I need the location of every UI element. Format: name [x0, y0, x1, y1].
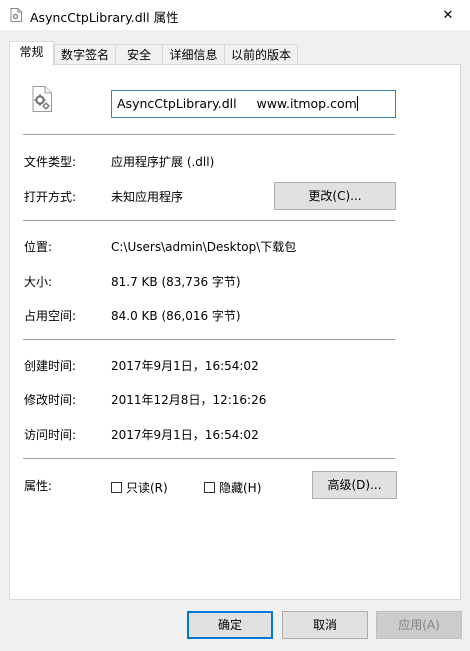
- dll-file-gear-icon: [31, 86, 53, 112]
- hidden-checkbox-box[interactable]: [204, 482, 215, 493]
- ok-button[interactable]: 确定: [187, 611, 273, 639]
- location-value: C:\Users\admin\Desktop\下载包: [111, 240, 297, 254]
- general-panel: AsyncCtpLibrary.dll www.itmop.com 文件类型: …: [9, 64, 461, 600]
- open-with-label: 打开方式:: [24, 190, 77, 204]
- window-title: AsyncCtpLibrary.dll 属性: [30, 10, 179, 25]
- hidden-checkbox[interactable]: 隐藏(H): [204, 479, 261, 496]
- tab-previous-versions[interactable]: 以前的版本: [224, 44, 298, 64]
- text-caret: [356, 96, 358, 111]
- created-value: 2017年9月1日，16:54:02: [111, 359, 259, 373]
- tab-general[interactable]: 常规: [9, 41, 54, 66]
- file-name-text: AsyncCtpLibrary.dll www.itmop.com: [117, 96, 357, 111]
- file-name-input[interactable]: AsyncCtpLibrary.dll www.itmop.com: [111, 90, 396, 118]
- dll-file-icon: [9, 8, 23, 22]
- tab-details[interactable]: 详细信息: [162, 44, 225, 64]
- divider: [23, 458, 395, 459]
- size-value: 81.7 KB (83,736 字节): [111, 275, 241, 289]
- divider: [23, 220, 395, 221]
- created-label: 创建时间:: [24, 359, 77, 373]
- accessed-value: 2017年9月1日，16:54:02: [111, 428, 259, 442]
- accessed-label: 访问时间:: [24, 428, 77, 442]
- size-label: 大小:: [24, 275, 53, 289]
- file-type-value: 应用程序扩展 (.dll): [111, 155, 215, 169]
- divider: [23, 134, 395, 135]
- size-on-disk-label: 占用空间:: [24, 309, 77, 323]
- cancel-button[interactable]: 取消: [282, 611, 368, 639]
- close-icon: ✕: [442, 7, 454, 23]
- readonly-checkbox-box[interactable]: [111, 482, 122, 493]
- file-type-label: 文件类型:: [24, 155, 77, 169]
- modified-label: 修改时间:: [24, 393, 77, 407]
- change-button[interactable]: 更改(C)...: [274, 182, 396, 210]
- modified-value: 2011年12月8日，12:16:26: [111, 393, 267, 407]
- close-button[interactable]: ✕: [426, 0, 470, 30]
- location-label: 位置:: [24, 240, 53, 254]
- readonly-checkbox[interactable]: 只读(R): [111, 479, 168, 496]
- divider: [23, 339, 395, 340]
- hidden-label: 隐藏(H): [219, 481, 262, 495]
- readonly-label: 只读(R): [126, 481, 168, 495]
- apply-button[interactable]: 应用(A): [376, 611, 462, 639]
- title-bar: AsyncCtpLibrary.dll 属性 ✕: [0, 0, 470, 30]
- open-with-value: 未知应用程序: [111, 190, 184, 204]
- tab-digital-signatures[interactable]: 数字签名: [54, 44, 116, 64]
- advanced-button[interactable]: 高级(D)...: [312, 471, 397, 499]
- tab-security[interactable]: 安全: [115, 44, 163, 64]
- size-on-disk-value: 84.0 KB (86,016 字节): [111, 309, 241, 323]
- attributes-label: 属性:: [24, 479, 53, 493]
